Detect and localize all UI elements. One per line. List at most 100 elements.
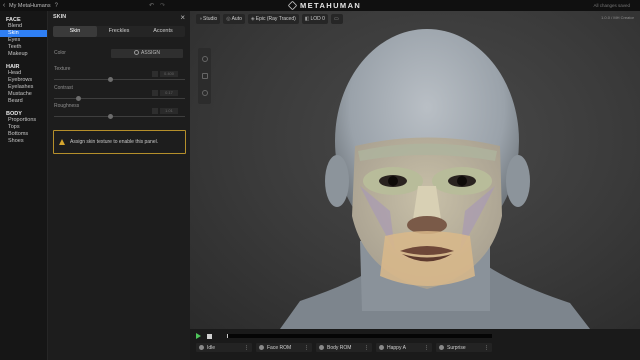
- panel-header: SKIN ×: [48, 11, 190, 23]
- app-title: METAHUMAN: [300, 1, 362, 10]
- tab-accents[interactable]: Accents: [141, 26, 185, 37]
- screen-toggle[interactable]: ▭: [330, 14, 343, 24]
- save-status: All changes saved: [593, 3, 630, 8]
- lighting-icon: ◑: [199, 16, 203, 22]
- viewport-side-tools: [198, 48, 211, 104]
- pan-icon[interactable]: [201, 72, 208, 79]
- breadcrumb-my-metahumans[interactable]: My MetaHumans: [9, 3, 51, 9]
- animation-body-rom[interactable]: Body ROM ⋮: [316, 343, 372, 352]
- slider-label: Roughness: [54, 103, 80, 109]
- slider-track[interactable]: [54, 79, 185, 80]
- more-options-icon[interactable]: ⋮: [364, 345, 369, 351]
- version-label: 1.0.0 / MH Creator: [601, 15, 634, 20]
- slider-track[interactable]: [54, 116, 185, 117]
- more-options-icon[interactable]: ⋮: [244, 345, 249, 351]
- lod-dropdown[interactable]: ◧LOD 0: [301, 14, 328, 24]
- more-options-icon[interactable]: ⋮: [484, 345, 489, 351]
- focus-icon[interactable]: [201, 89, 208, 96]
- nav-item-makeup[interactable]: Makeup: [0, 51, 47, 58]
- nav-group-hair: HAIR: [6, 64, 20, 70]
- animation-label: Surprise: [447, 344, 466, 351]
- lighting-label: Studio: [203, 16, 218, 22]
- animation-label: Body ROM: [327, 344, 352, 351]
- screen-icon: ▭: [333, 16, 339, 22]
- nav-item-head[interactable]: Head: [0, 70, 47, 77]
- animation-list: Idle ⋮ Face ROM ⋮ Body ROM ⋮ Happy A ⋮ Surpr…: [196, 343, 492, 352]
- animation-face-rom[interactable]: Face ROM ⋮: [256, 343, 312, 352]
- lod-icon: ◧: [304, 16, 310, 22]
- assign-label: ASSIGN: [141, 50, 160, 56]
- back-icon[interactable]: ‹: [0, 2, 8, 9]
- render-icon: ◈: [250, 16, 255, 22]
- redo-icon[interactable]: ↷: [160, 2, 165, 9]
- more-options-icon[interactable]: ⋮: [304, 345, 309, 351]
- slider-value-field[interactable]: 0.17: [160, 90, 178, 96]
- nav-item-blend[interactable]: Blend: [0, 23, 47, 30]
- close-icon[interactable]: ×: [180, 13, 185, 22]
- lod-label: LOD 0: [310, 16, 325, 22]
- animation-icon: [319, 345, 324, 350]
- warning-icon: [59, 139, 65, 145]
- category-sidebar: FACE Blend Skin Eyes Teeth Makeup HAIR H…: [0, 11, 47, 360]
- nav-item-teeth[interactable]: Teeth: [0, 44, 47, 51]
- assign-button[interactable]: ASSIGN: [111, 49, 183, 58]
- animation-label: Idle: [207, 344, 216, 351]
- metahuman-head-render: [280, 29, 590, 329]
- slider-handle[interactable]: [76, 96, 81, 101]
- animation-label: Happy A: [387, 344, 406, 351]
- nav-item-beard[interactable]: Beard: [0, 98, 47, 105]
- slider-value-field[interactable]: 0.400: [160, 71, 178, 77]
- color-label: Color: [54, 50, 66, 56]
- panel-title: SKIN: [53, 14, 67, 20]
- lock-icon: [152, 108, 158, 114]
- animation-label: Face ROM: [267, 344, 292, 351]
- camera-dropdown[interactable]: ◎Auto: [223, 14, 245, 24]
- transport-controls: [196, 333, 212, 339]
- animation-idle[interactable]: Idle ⋮: [196, 343, 252, 352]
- nav-group-body: BODY: [6, 111, 22, 117]
- help-icon[interactable]: ?: [55, 3, 58, 9]
- nav-item-tops[interactable]: Tops: [0, 124, 47, 131]
- animation-icon: [199, 345, 204, 350]
- slider-value-field[interactable]: 1.01: [160, 108, 178, 114]
- top-bar: ‹ My MetaHumans ? ↶ ↷ METAHUMAN All chan…: [0, 0, 640, 11]
- nav-item-eyebrows[interactable]: Eyebrows: [0, 77, 47, 84]
- skin-panel: SKIN × Skin Freckles Accents Color ASSIG…: [47, 11, 190, 360]
- slider-row-contrast: Contrast 0.17: [54, 85, 185, 103]
- 3d-viewport[interactable]: ◑Studio ◎Auto ◈Epic (Ray Traced) ◧LOD 0 …: [190, 11, 640, 329]
- nav-item-proportions[interactable]: Proportions: [0, 117, 47, 124]
- render-quality-dropdown[interactable]: ◈Epic (Ray Traced): [247, 14, 299, 24]
- timeline-scrubber[interactable]: [227, 334, 492, 338]
- play-icon[interactable]: [196, 333, 201, 339]
- nav-item-mustache[interactable]: Mustache: [0, 91, 47, 98]
- camera-label: Auto: [231, 16, 242, 22]
- metahuman-logo-icon: [287, 0, 298, 11]
- panel-tabs: Skin Freckles Accents: [53, 26, 185, 37]
- warning-banner: Assign skin texture to enable this panel…: [53, 130, 186, 154]
- nav-item-eyelashes[interactable]: Eyelashes: [0, 84, 47, 91]
- orbit-icon[interactable]: [201, 56, 208, 63]
- tab-skin[interactable]: Skin: [53, 26, 97, 37]
- nav-item-shoes[interactable]: Shoes: [0, 138, 47, 145]
- nav-item-eyes[interactable]: Eyes: [0, 37, 47, 44]
- slider-handle[interactable]: [108, 114, 113, 119]
- tab-freckles[interactable]: Freckles: [97, 26, 141, 37]
- lighting-dropdown[interactable]: ◑Studio: [196, 14, 221, 24]
- render-quality-label: Epic (Ray Traced): [255, 16, 296, 22]
- animation-surprise[interactable]: Surprise ⋮: [436, 343, 492, 352]
- nav-item-bottoms[interactable]: Bottoms: [0, 131, 47, 138]
- nav-item-skin[interactable]: Skin: [0, 30, 47, 37]
- lock-icon: [152, 90, 158, 96]
- undo-icon[interactable]: ↶: [149, 2, 154, 9]
- slider-track[interactable]: [54, 98, 185, 99]
- lock-icon: [152, 71, 158, 77]
- slider-row-roughness: Roughness 1.01: [54, 103, 185, 121]
- playback-bar: Idle ⋮ Face ROM ⋮ Body ROM ⋮ Happy A ⋮ Surpr…: [190, 329, 640, 360]
- more-options-icon[interactable]: ⋮: [424, 345, 429, 351]
- animation-icon: [439, 345, 444, 350]
- animation-happy-a[interactable]: Happy A ⋮: [376, 343, 432, 352]
- color-row: Color ASSIGN: [54, 49, 185, 59]
- slider-row-texture: Texture 0.400: [54, 66, 185, 84]
- stop-icon[interactable]: [207, 333, 212, 339]
- slider-handle[interactable]: [108, 77, 113, 82]
